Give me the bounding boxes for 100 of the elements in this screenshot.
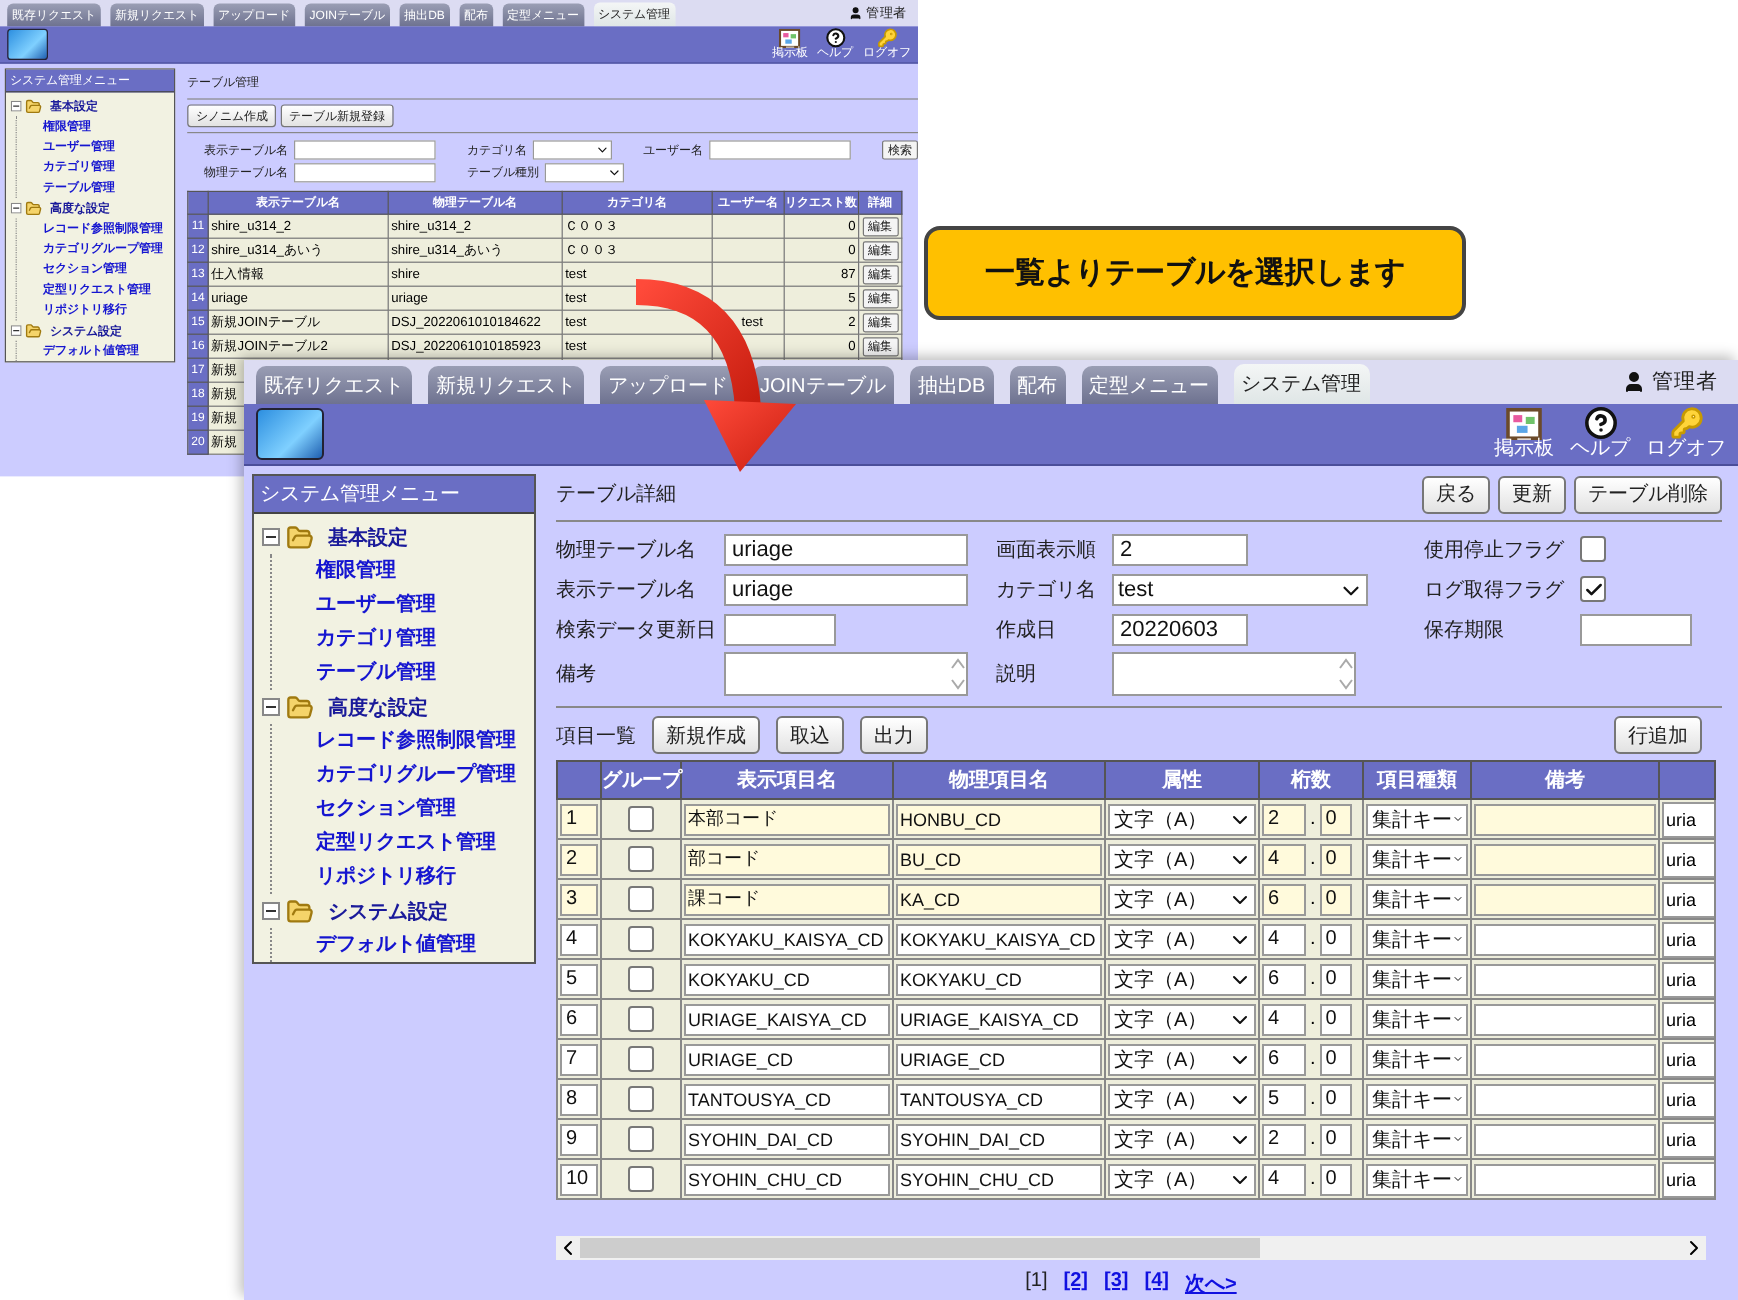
text-field[interactable]: 0 [1319, 963, 1352, 995]
dropdown[interactable]: 集計キー [1366, 1043, 1468, 1075]
add-row-button[interactable]: 行追加 [1614, 716, 1702, 754]
header-link[interactable]: ヘルプ [1570, 440, 1630, 462]
text-area[interactable] [724, 652, 968, 696]
text-field[interactable]: HONBU_CD [896, 803, 1102, 835]
menu-item[interactable]: リポジトリ移行 [316, 860, 526, 894]
text-field[interactable]: 2 [1112, 533, 1248, 566]
text-field[interactable] [1474, 883, 1656, 915]
dropdown[interactable]: 文字（A） [1108, 883, 1256, 915]
text-field[interactable]: TANTOUSYA_CD [896, 1083, 1102, 1115]
list-button[interactable]: 取込 [776, 716, 844, 754]
text-field[interactable]: KOKYAKU_CD [896, 963, 1102, 995]
dropdown[interactable]: 文字（A） [1108, 1083, 1256, 1115]
dropdown[interactable]: 文字（A） [1108, 803, 1256, 835]
text-field[interactable] [1474, 963, 1656, 995]
dropdown[interactable]: 集計キー [1366, 883, 1468, 915]
dropdown[interactable]: 集計キー [1366, 803, 1468, 835]
text-field[interactable]: URIAGE_KAISYA_CD [896, 1003, 1102, 1035]
text-field[interactable]: SYOHIN_CHU_CD [684, 1163, 890, 1195]
nav-tab[interactable]: 定型メニュー [1081, 366, 1218, 404]
text-field[interactable]: TANTOUSYA_CD [684, 1083, 890, 1115]
menu-item[interactable]: デフォルト値管理 [316, 928, 526, 962]
text-field[interactable]: SYOHIN_DAI_CD [896, 1123, 1102, 1155]
page-link[interactable]: [1] [1025, 1270, 1048, 1298]
action-button[interactable]: 戻る [1422, 475, 1490, 513]
dropdown[interactable]: 集計キー [1366, 963, 1468, 995]
text-field[interactable]: URIAGE_KAISYA_CD [684, 1003, 890, 1035]
next-page-link[interactable]: 次へ> [1184, 1270, 1237, 1298]
row-number-field[interactable]: 7 [560, 1043, 598, 1075]
dropdown[interactable]: 集計キー [1366, 1163, 1468, 1195]
text-field[interactable] [1580, 613, 1692, 646]
text-field[interactable]: 4 [1262, 843, 1306, 875]
checkbox[interactable] [628, 926, 654, 952]
text-field[interactable]: 本部コード [684, 803, 890, 835]
row-number-field[interactable]: 4 [560, 923, 598, 955]
collapse-icon[interactable] [262, 528, 280, 546]
checkbox[interactable] [628, 1006, 654, 1032]
menu-item[interactable]: カテゴリ管理 [316, 622, 526, 656]
menu-item[interactable]: 定型リクエスト管理 [316, 826, 526, 860]
text-field[interactable] [1474, 1123, 1656, 1155]
text-field[interactable]: 課コード [684, 883, 890, 915]
help-icon[interactable] [1583, 406, 1617, 441]
text-field[interactable]: 4 [1262, 1003, 1306, 1035]
menu-item[interactable]: カテゴリグループ管理 [316, 758, 526, 792]
menu-item[interactable]: セクション管理 [316, 792, 526, 826]
dropdown[interactable]: 文字（A） [1108, 1003, 1256, 1035]
text-field[interactable]: 5 [1262, 1083, 1306, 1115]
dropdown[interactable] [544, 162, 624, 182]
row-number-field[interactable]: 3 [560, 883, 598, 915]
dropdown[interactable]: 集計キー [1366, 923, 1468, 955]
text-field[interactable]: 0 [1319, 1123, 1352, 1155]
bulletin-board-icon[interactable] [1506, 408, 1542, 441]
action-button[interactable]: テーブル削除 [1574, 475, 1722, 513]
text-field[interactable]: KOKYAKU_KAISYA_CD [684, 923, 890, 955]
text-area[interactable] [1112, 652, 1356, 696]
row-number-field[interactable]: 8 [560, 1083, 598, 1115]
list-button[interactable]: 出力 [860, 716, 928, 754]
text-field[interactable] [1474, 1163, 1656, 1195]
menu-group[interactable]: 高度な設定 [328, 693, 428, 721]
nav-tab[interactable]: 配布 [1009, 366, 1066, 404]
text-field[interactable]: 0 [1319, 1043, 1352, 1075]
collapse-icon[interactable] [10, 100, 22, 112]
menu-item[interactable]: 権限管理 [316, 554, 526, 588]
text-field[interactable]: 0 [1319, 1083, 1352, 1115]
dropdown[interactable]: 文字（A） [1108, 1163, 1256, 1195]
checkbox[interactable] [628, 846, 654, 872]
help-icon[interactable] [825, 27, 846, 49]
text-field[interactable] [1474, 923, 1656, 955]
dropdown[interactable]: 集計キー [1366, 843, 1468, 875]
row-number-field[interactable]: 10 [560, 1163, 598, 1195]
dropdown[interactable]: 集計キー [1366, 1123, 1468, 1155]
bulletin-board-icon[interactable] [778, 29, 801, 49]
text-field[interactable]: uriage [724, 573, 968, 606]
row-number-field[interactable]: 9 [560, 1123, 598, 1155]
text-field[interactable]: 6 [1262, 963, 1306, 995]
checkbox[interactable] [628, 966, 654, 992]
dropdown[interactable]: 文字（A） [1108, 963, 1256, 995]
text-field[interactable]: BU_CD [896, 843, 1102, 875]
row-number-field[interactable]: 5 [560, 963, 598, 995]
text-field[interactable]: SYOHIN_DAI_CD [684, 1123, 890, 1155]
text-field[interactable] [1474, 1003, 1656, 1035]
menu-group[interactable]: 基本設定 [328, 523, 408, 551]
dropdown[interactable]: test [1112, 574, 1368, 606]
text-field[interactable]: 4 [1262, 1163, 1306, 1195]
checkbox[interactable] [628, 1126, 654, 1152]
menu-group[interactable]: システム設定 [328, 897, 448, 925]
text-field[interactable]: 部コード [684, 843, 890, 875]
menu-item[interactable]: ユーザー管理 [316, 588, 526, 622]
text-field[interactable]: 0 [1319, 923, 1352, 955]
text-field[interactable]: 2 [1262, 1123, 1306, 1155]
dropdown[interactable]: 文字（A） [1108, 843, 1256, 875]
checkbox[interactable] [628, 886, 654, 912]
checkbox[interactable] [628, 1086, 654, 1112]
collapse-icon[interactable] [10, 325, 22, 336]
text-field[interactable] [1474, 1043, 1656, 1075]
text-field[interactable]: SYOHIN_CHU_CD [896, 1163, 1102, 1195]
collapse-icon[interactable] [262, 698, 280, 716]
checkbox[interactable] [628, 1166, 654, 1192]
text-field[interactable] [294, 162, 436, 182]
